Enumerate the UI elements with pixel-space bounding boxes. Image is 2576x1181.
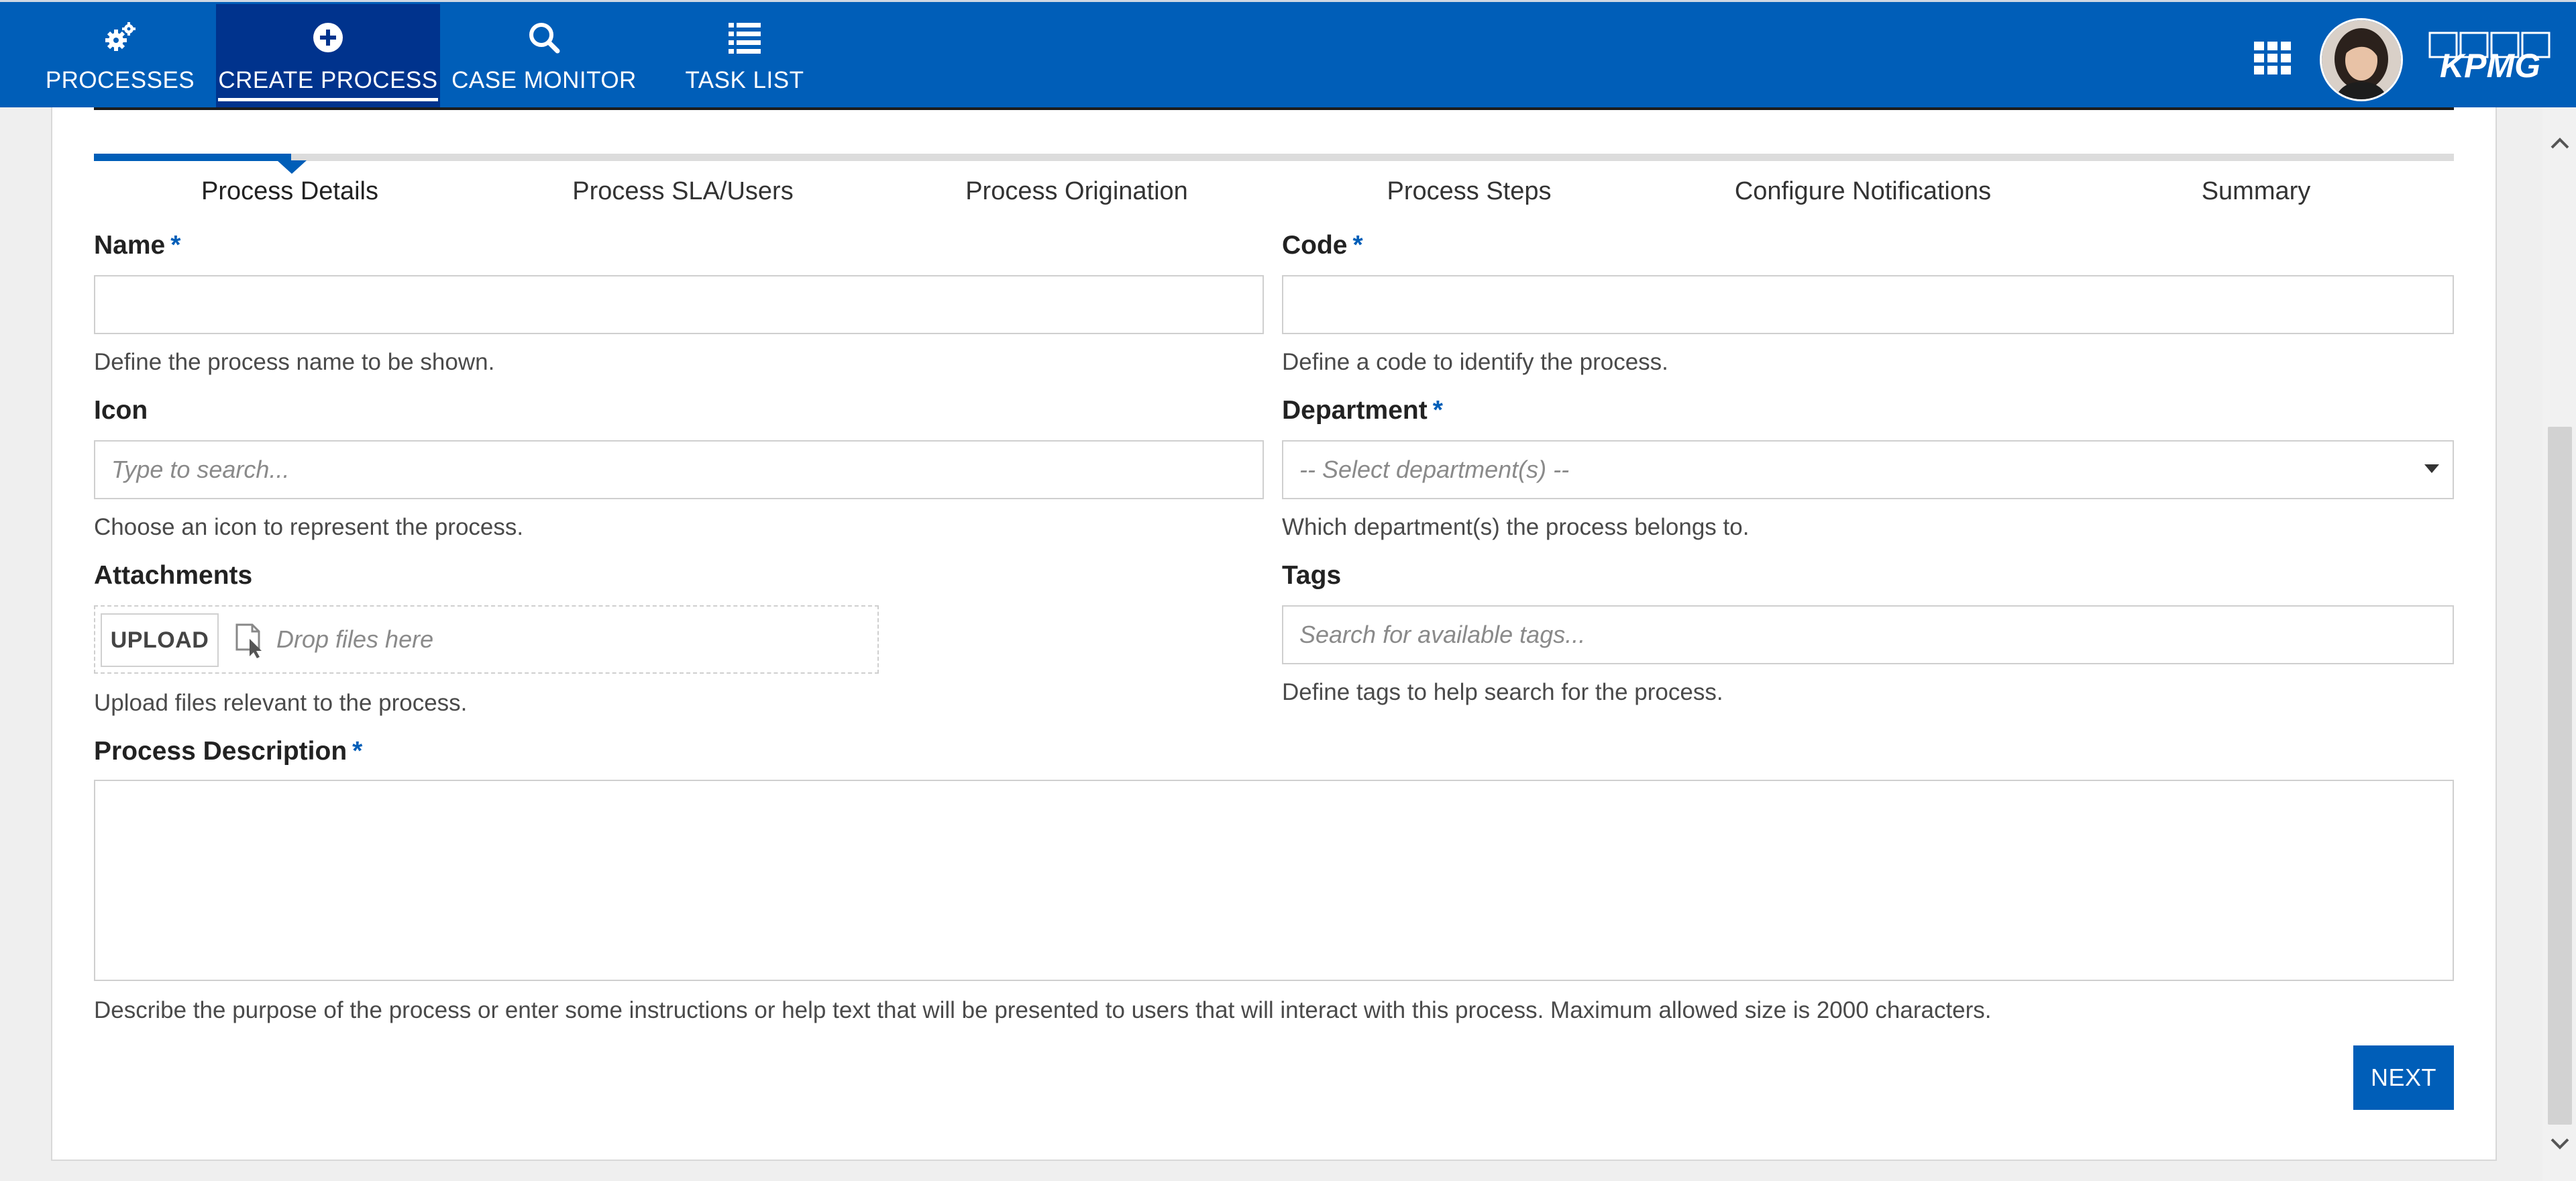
name-field[interactable]: [94, 275, 1264, 334]
process-description-textarea[interactable]: [94, 780, 2454, 981]
required-marker: *: [1432, 396, 1443, 425]
apps-grid-icon[interactable]: [2253, 41, 2293, 76]
scroll-up-icon[interactable]: [2549, 136, 2571, 152]
code-help: Define a code to identify the process.: [1282, 349, 1668, 375]
stepper-track: [94, 154, 2454, 161]
attachments-label: Attachments: [94, 561, 253, 590]
nav-item-task-list[interactable]: TASK LIST: [671, 4, 818, 109]
file-dropzone[interactable]: UPLOAD Drop files here: [94, 605, 879, 674]
icon-help: Choose an icon to represent the process.: [94, 514, 524, 540]
department-select[interactable]: -- Select department(s) --: [1282, 440, 2454, 499]
process-description-label: Process Description *: [94, 737, 363, 766]
code-label: Code *: [1282, 231, 1363, 260]
step-process-steps[interactable]: Process Steps: [1281, 177, 1657, 209]
list-icon: [729, 23, 761, 54]
icon-search-input[interactable]: Type to search...: [94, 440, 1264, 499]
scrollbar-thumb[interactable]: [2548, 427, 2572, 1125]
nav-item-processes[interactable]: PROCESSES: [39, 4, 201, 109]
gears-icon: [105, 22, 136, 51]
scroll-down-icon[interactable]: [2549, 1135, 2571, 1151]
required-marker: *: [170, 231, 181, 260]
nav-label-processes: PROCESSES: [45, 67, 195, 93]
svg-text:KPMG: KPMG: [2440, 47, 2540, 85]
required-marker: *: [1352, 231, 1363, 260]
stepper-progress: [94, 154, 291, 161]
search-icon: [529, 23, 560, 54]
tags-search-input[interactable]: Search for available tags...: [1282, 605, 2454, 664]
stepper-pointer-icon: [277, 160, 307, 174]
icon-label: Icon: [94, 396, 148, 425]
nav-label-case-monitor: CASE MONITOR: [451, 67, 637, 93]
chevron-down-icon: [2424, 464, 2439, 473]
step-process-details[interactable]: Process Details: [102, 177, 478, 209]
tags-label: Tags: [1282, 561, 1342, 590]
header-image-strip: [94, 107, 2454, 110]
required-marker: *: [352, 737, 363, 766]
step-summary[interactable]: Summary: [2068, 177, 2444, 209]
top-navigation-bar: PROCESSES CREATE PROCESS CASE MONITOR TA…: [0, 0, 2576, 109]
nav-item-case-monitor[interactable]: CASE MONITOR: [449, 4, 639, 109]
attachments-help: Upload files relevant to the process.: [94, 690, 468, 716]
process-description-help: Describe the purpose of the process or e…: [94, 997, 1992, 1023]
next-button[interactable]: NEXT: [2353, 1045, 2454, 1110]
plus-circle-icon: [313, 23, 343, 52]
step-configure-notifications[interactable]: Configure Notifications: [1675, 177, 2051, 209]
user-avatar[interactable]: [2320, 18, 2403, 101]
nav-label-task-list: TASK LIST: [685, 67, 804, 93]
step-process-origination[interactable]: Process Origination: [889, 177, 1265, 209]
department-select-value: -- Select department(s) --: [1299, 456, 1570, 483]
department-help: Which department(s) the process belongs …: [1282, 514, 1750, 540]
name-label: Name *: [94, 231, 181, 260]
file-drop-icon: [235, 623, 262, 658]
step-process-sla-users[interactable]: Process SLA/Users: [495, 177, 871, 209]
kpmg-logo: KPMG: [2428, 32, 2551, 85]
name-help: Define the process name to be shown.: [94, 349, 495, 375]
code-field[interactable]: [1282, 275, 2454, 334]
nav-item-create-process[interactable]: CREATE PROCESS: [216, 4, 440, 109]
drop-files-text: Drop files here: [276, 625, 434, 653]
user-photo-icon: [2322, 20, 2401, 99]
upload-button[interactable]: UPLOAD: [101, 613, 219, 667]
nav-label-create-process: CREATE PROCESS: [218, 67, 438, 101]
department-label: Department *: [1282, 396, 1443, 425]
tags-help: Define tags to help search for the proce…: [1282, 679, 1723, 705]
